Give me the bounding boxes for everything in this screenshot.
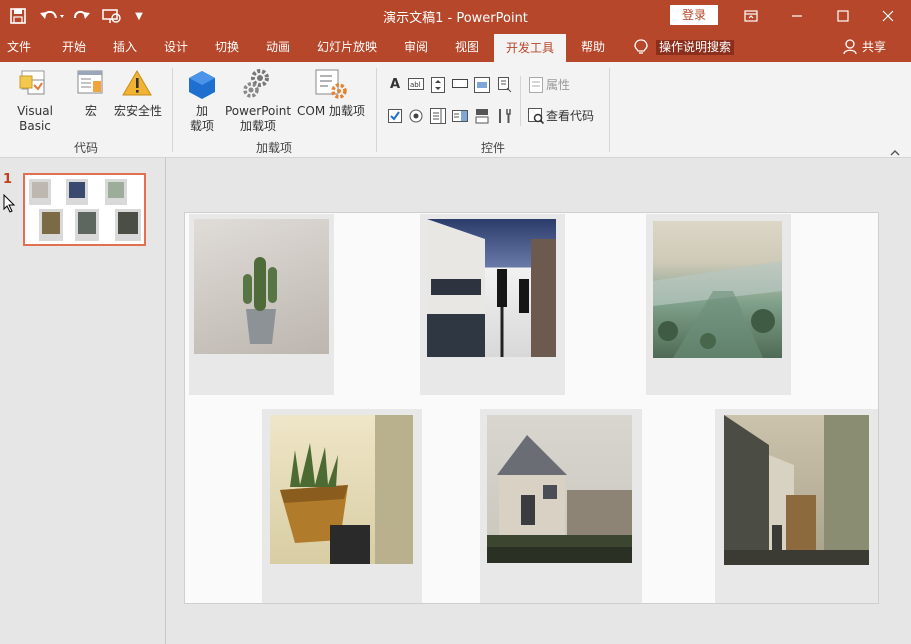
person-icon	[843, 39, 857, 59]
photo-greenhouse	[653, 221, 782, 358]
visual-basic-icon	[18, 68, 48, 102]
tab-animations[interactable]: 动画	[261, 32, 295, 62]
share-button[interactable]: 共享	[862, 32, 886, 62]
button-control-icon[interactable]	[452, 77, 468, 93]
spin-control-icon[interactable]	[430, 77, 446, 93]
properties-icon	[528, 77, 544, 93]
ribbon-tab-bar: 文件 开始 插入 设计 切换 动画 幻灯片放映 审阅 视图 开发工具 帮助 操作…	[0, 32, 911, 62]
tab-view[interactable]: 视图	[450, 32, 484, 62]
photo-cactus	[194, 219, 329, 354]
mouse-cursor-icon	[3, 193, 17, 218]
ribbon-display-icon[interactable]	[728, 0, 774, 32]
toggle-control-icon[interactable]	[474, 108, 490, 124]
properties-button[interactable]: 属性	[546, 78, 570, 93]
login-button[interactable]: 登录	[670, 5, 718, 25]
present-icon[interactable]	[101, 6, 123, 26]
thumb-photo	[39, 209, 63, 241]
thumb-photo	[66, 179, 88, 205]
warning-icon	[122, 70, 152, 100]
group-divider	[609, 68, 610, 152]
slide-thumbnail[interactable]	[23, 173, 146, 246]
tab-home[interactable]: 开始	[57, 32, 91, 62]
addins-group-label: 加载项	[255, 141, 292, 155]
tab-help[interactable]: 帮助	[576, 32, 610, 62]
polaroid-frame[interactable]	[420, 214, 565, 395]
slide-number: 1	[3, 172, 13, 187]
close-icon[interactable]	[865, 0, 911, 32]
macros-icon	[76, 68, 104, 102]
polaroid-frame[interactable]	[646, 214, 791, 395]
textbox-control-icon[interactable]: abl	[408, 77, 424, 93]
view-code-icon	[528, 108, 545, 125]
group-divider	[172, 68, 173, 152]
polaroid-frame[interactable]	[189, 214, 334, 395]
label-control-icon[interactable]: A	[387, 77, 403, 93]
thumb-photo	[29, 179, 51, 205]
photo-potted-plant	[270, 415, 413, 564]
polaroid-frame[interactable]	[715, 409, 878, 603]
thumb-photo	[105, 179, 127, 205]
code-group-label: 代码	[73, 141, 98, 155]
visual-basic-button[interactable]: Visual Basic	[0, 104, 70, 134]
tab-insert[interactable]: 插入	[108, 32, 142, 62]
thumb-photo	[115, 209, 141, 241]
checkbox-control-icon[interactable]	[387, 108, 403, 124]
listbox-control-icon[interactable]	[430, 108, 446, 124]
undo-icon[interactable]	[38, 6, 66, 26]
group-divider	[376, 68, 377, 152]
addins-icon	[188, 70, 216, 104]
radio-control-icon[interactable]	[408, 108, 424, 124]
ppt-addins-line2[interactable]: 加载项	[224, 119, 292, 134]
svg-text:abl: abl	[410, 81, 421, 89]
tab-design[interactable]: 设计	[159, 32, 193, 62]
macro-security-button[interactable]: 宏安全性	[112, 104, 164, 119]
maximize-icon[interactable]	[820, 0, 866, 32]
tell-me-search[interactable]: 操作说明搜索	[656, 40, 735, 55]
title-bar: ▼ 演示文稿1 - PowerPoint 登录	[0, 0, 911, 32]
macros-button[interactable]: 宏	[78, 104, 104, 119]
customize-icon[interactable]: ▼	[132, 6, 146, 26]
photo-alley	[724, 415, 869, 565]
tab-slideshow[interactable]: 幻灯片放映	[313, 32, 381, 62]
redo-icon[interactable]	[72, 6, 92, 26]
collapse-ribbon-icon[interactable]	[890, 142, 900, 161]
com-addins-icon	[314, 68, 348, 104]
save-icon[interactable]	[8, 6, 28, 26]
ribbon: Visual Basic 宏 宏安全性 代码 加 载项 PowerPoint 加…	[0, 62, 911, 158]
tab-developer[interactable]: 开发工具	[494, 34, 566, 62]
minimize-icon[interactable]	[774, 0, 820, 32]
tab-review[interactable]: 审阅	[399, 32, 433, 62]
polaroid-frame[interactable]	[262, 409, 422, 603]
tools-icon[interactable]	[497, 108, 513, 124]
lightbulb-icon	[634, 39, 648, 60]
tab-file[interactable]: 文件	[4, 32, 34, 62]
addins-line2[interactable]: 载项	[186, 119, 218, 134]
view-code-button[interactable]: 查看代码	[546, 109, 594, 124]
polaroid-frame[interactable]	[480, 409, 642, 603]
ppt-addins-line1[interactable]: PowerPoint	[224, 104, 292, 119]
image-control-icon[interactable]	[474, 77, 490, 93]
more-controls-icon[interactable]	[497, 77, 513, 93]
slide-canvas[interactable]	[184, 212, 879, 604]
photo-street	[427, 219, 556, 357]
tab-transitions[interactable]: 切换	[210, 32, 244, 62]
thumb-photo	[75, 209, 99, 241]
photo-house	[487, 415, 632, 563]
controls-divider	[520, 76, 521, 126]
addins-line1[interactable]: 加	[186, 104, 218, 119]
controls-group-label: 控件	[480, 141, 505, 155]
gears-icon	[242, 68, 274, 104]
slides-pane: 1	[0, 158, 166, 644]
com-addins-button[interactable]: COM 加载项	[294, 104, 368, 119]
combobox-control-icon[interactable]	[452, 108, 468, 124]
